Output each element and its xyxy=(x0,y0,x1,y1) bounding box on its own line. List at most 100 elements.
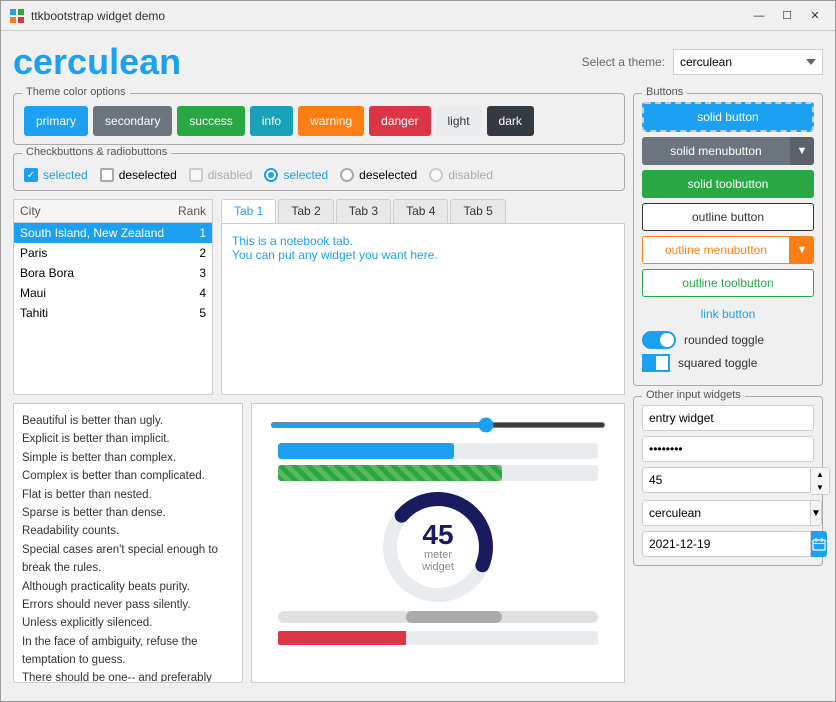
solid-menubutton[interactable]: solid menubutton xyxy=(642,137,790,165)
table-body: South Island, New Zealand 1 Paris 2 Bora… xyxy=(14,223,212,394)
checkbox-deselected[interactable] xyxy=(100,168,114,182)
col-city: City xyxy=(20,204,166,218)
outline-menubutton[interactable]: outline menubutton xyxy=(642,236,790,264)
btn-danger[interactable]: danger xyxy=(369,106,430,136)
outline-button[interactable]: outline button xyxy=(642,203,814,231)
btn-success[interactable]: success xyxy=(177,106,244,136)
btn-dark[interactable]: dark xyxy=(487,106,534,136)
right-panel: Buttons solid button solid menubutton ▼ … xyxy=(633,93,823,683)
check-deselected-label: deselected xyxy=(119,168,177,182)
theme-colors-label: Theme color options xyxy=(22,86,130,98)
combo-input[interactable] xyxy=(642,500,811,526)
combo-arrow[interactable]: ▼ xyxy=(811,500,822,526)
meter-value: 45 xyxy=(408,521,468,549)
spinbox-down[interactable]: ▼ xyxy=(811,481,829,494)
btn-primary[interactable]: primary xyxy=(24,106,88,136)
table-row[interactable]: Maui 4 xyxy=(14,283,212,303)
squared-toggle[interactable] xyxy=(642,354,670,372)
check-disabled: disabled xyxy=(189,168,253,182)
link-button[interactable]: link button xyxy=(642,302,814,326)
text-line: There should be one-- and preferably onl… xyxy=(22,669,234,683)
radiobutton-deselected[interactable] xyxy=(340,168,354,182)
outline-toolbutton[interactable]: outline toolbutton xyxy=(642,269,814,297)
table-row[interactable]: South Island, New Zealand 1 xyxy=(14,223,212,243)
maximize-button[interactable]: ☐ xyxy=(775,6,799,26)
radiobutton-selected[interactable] xyxy=(264,168,278,182)
rounded-toggle-row: rounded toggle xyxy=(642,331,814,349)
text-line: Errors should never pass silently. xyxy=(22,596,234,614)
bottom-row: Beautiful is better than ugly. Explicit … xyxy=(13,403,625,683)
cell-city: Paris xyxy=(20,246,166,260)
main-content: cerculean Select a theme: cerculean flat… xyxy=(1,31,835,701)
radio-deselected: deselected xyxy=(340,168,417,182)
checkbox-selected[interactable]: ✓ xyxy=(24,168,38,182)
minimize-button[interactable]: — xyxy=(747,6,771,26)
text-box: Beautiful is better than ugly. Explicit … xyxy=(13,403,243,683)
tab-5[interactable]: Tab 5 xyxy=(450,199,505,223)
left-panel: Theme color options primary secondary su… xyxy=(13,93,625,683)
solid-toolbutton[interactable]: solid toolbutton xyxy=(642,170,814,198)
horizontal-scrollbar[interactable] xyxy=(278,611,598,623)
text-line: Beautiful is better than ugly. xyxy=(22,412,234,430)
tab-content-line1: This is a notebook tab. xyxy=(232,234,614,248)
theme-select-label: Select a theme: xyxy=(582,55,665,69)
outline-menubutton-arrow[interactable]: ▼ xyxy=(790,236,814,264)
password-field[interactable] xyxy=(642,436,814,462)
cell-rank: 2 xyxy=(166,246,206,260)
rounded-toggle-label: rounded toggle xyxy=(684,333,764,347)
app-icon xyxy=(9,8,25,24)
solid-button[interactable]: solid button xyxy=(642,102,814,132)
table-header: City Rank xyxy=(14,200,212,223)
combo-row: ▼ xyxy=(642,500,814,526)
radiobutton-disabled xyxy=(429,168,443,182)
solid-menubutton-arrow[interactable]: ▼ xyxy=(790,137,814,165)
rounded-toggle[interactable] xyxy=(642,331,676,349)
text-line: Sparse is better than dense. xyxy=(22,504,234,522)
tab-1[interactable]: Tab 1 xyxy=(221,199,276,223)
radio-selected-label: selected xyxy=(283,168,328,182)
squared-toggle-label: squared toggle xyxy=(678,356,757,370)
close-button[interactable]: ✕ xyxy=(803,6,827,26)
btn-info[interactable]: info xyxy=(250,106,293,136)
checks-group: Checkbuttons & radiobuttons ✓ selected d… xyxy=(13,153,625,191)
table-row[interactable]: Tahiti 5 xyxy=(14,303,212,323)
outline-menubutton-row: outline menubutton ▼ xyxy=(642,236,814,264)
text-line: Special cases aren't special enough to b… xyxy=(22,541,234,578)
table-row[interactable]: Paris 2 xyxy=(14,243,212,263)
btn-light[interactable]: light xyxy=(436,106,482,136)
red-progress-bar xyxy=(278,631,598,645)
titlebar: ttkbootstrap widget demo — ☐ ✕ xyxy=(1,1,835,31)
scroll-thumb[interactable] xyxy=(406,611,502,623)
progress-bar-blue xyxy=(278,443,598,459)
cell-city: Bora Bora xyxy=(20,266,166,280)
radio-selected: selected xyxy=(264,168,328,182)
date-input[interactable] xyxy=(642,531,811,557)
buttons-group-label: Buttons xyxy=(642,86,687,98)
spinbox-input[interactable] xyxy=(642,467,811,493)
text-line: Flat is better than nested. xyxy=(22,486,234,504)
cell-rank: 3 xyxy=(166,266,206,280)
col-rank: Rank xyxy=(166,204,206,218)
cell-city: Tahiti xyxy=(20,306,166,320)
tab-3[interactable]: Tab 3 xyxy=(336,199,391,223)
squared-toggle-row: squared toggle xyxy=(642,354,814,372)
progress-fill-blue xyxy=(278,443,454,459)
middle-row: City Rank South Island, New Zealand 1 Pa… xyxy=(13,199,625,395)
checks-label: Checkbuttons & radiobuttons xyxy=(22,146,171,158)
titlebar-title: ttkbootstrap widget demo xyxy=(31,9,747,23)
entry-widget[interactable] xyxy=(642,405,814,431)
theme-selector[interactable]: cerculean flatly darkly cosmo xyxy=(673,49,823,75)
slider-container xyxy=(260,412,616,435)
tab-2[interactable]: Tab 2 xyxy=(278,199,333,223)
input-widgets-group: Other input widgets ▲ ▼ xyxy=(633,396,823,566)
check-selected-label: selected xyxy=(43,168,88,182)
btn-secondary[interactable]: secondary xyxy=(93,106,172,136)
table-row[interactable]: Bora Bora 3 xyxy=(14,263,212,283)
cell-city: South Island, New Zealand xyxy=(20,226,166,240)
btn-warning[interactable]: warning xyxy=(298,106,364,136)
cell-rank: 1 xyxy=(166,226,206,240)
slider[interactable] xyxy=(270,422,606,428)
date-picker-button[interactable] xyxy=(811,531,827,557)
tab-4[interactable]: Tab 4 xyxy=(393,199,448,223)
spinbox-up[interactable]: ▲ xyxy=(811,468,829,481)
